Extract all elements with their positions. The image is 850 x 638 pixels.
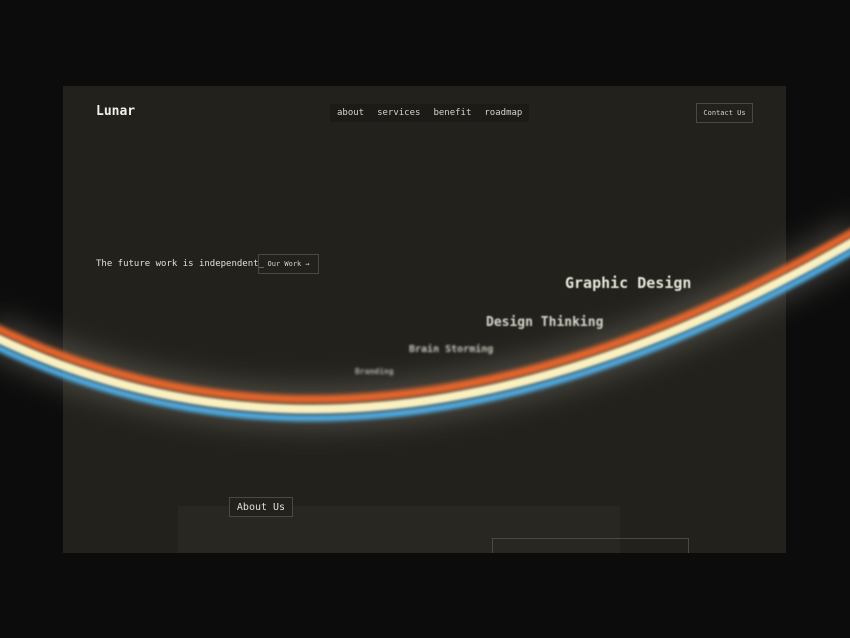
our-work-button[interactable]: Our Work → [258,254,319,274]
logo[interactable]: Lunar [96,104,135,119]
arrow-right-icon: → [305,260,310,268]
main-nav: about services benefit roadmap [330,104,530,122]
nav-item-benefit[interactable]: benefit [433,108,471,118]
nav-item-roadmap[interactable]: roadmap [484,108,522,118]
our-work-label: Our Work [267,260,302,268]
word-graphic-design: Graphic Design [565,274,692,292]
nav-item-services[interactable]: services [377,108,420,118]
hero-tagline: The future work is independent_ [96,259,264,269]
word-brain-storming: Brain Storming [409,344,494,355]
word-design-thinking: Design Thinking [486,315,604,330]
word-branding: Branding [355,367,394,376]
about-card [492,538,689,553]
contact-button[interactable]: Contact Us [696,103,753,123]
hero-frame: Lunar about services benefit roadmap Con… [63,86,786,553]
about-us-label[interactable]: About Us [229,497,293,517]
nav-item-about[interactable]: about [337,108,364,118]
